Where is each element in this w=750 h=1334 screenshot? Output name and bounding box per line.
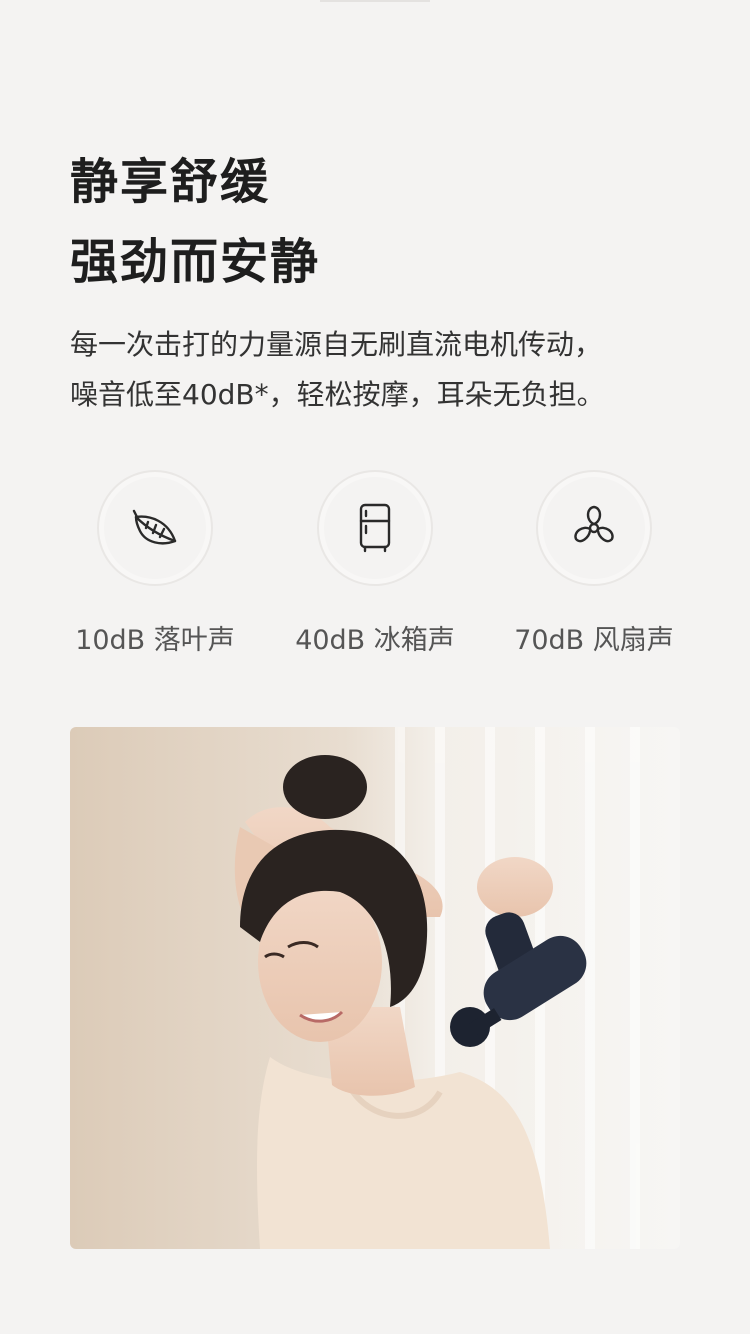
headline-line-1: 静享舒缓 bbox=[70, 154, 271, 210]
lifestyle-photo bbox=[70, 727, 680, 1249]
noise-level-leaf: 10dB 落叶声 bbox=[55, 470, 255, 657]
leaf-icon-circle bbox=[97, 470, 213, 586]
section-description: 每一次击打的力量源自无刷直流电机传动， 噪音低至40dB*，轻松按摩，耳朵无负担… bbox=[70, 320, 605, 420]
noise-level-fan: 70dB 风扇声 bbox=[494, 470, 694, 657]
description-line-1: 每一次击打的力量源自无刷直流电机传动， bbox=[70, 328, 603, 361]
top-divider bbox=[320, 0, 430, 2]
headline-line-2: 强劲而安静 bbox=[70, 234, 321, 290]
noise-label-fridge: 40dB 冰箱声 bbox=[295, 625, 455, 656]
section-headline: 静享舒缓 强劲而安静 bbox=[70, 142, 320, 302]
fridge-icon bbox=[359, 503, 391, 553]
description-line-2: 噪音低至40dB*，轻松按摩，耳朵无负担。 bbox=[70, 378, 605, 411]
fridge-icon-circle bbox=[317, 470, 433, 586]
woman-using-massage-gun-photo bbox=[70, 727, 680, 1249]
noise-label-fan: 70dB 风扇声 bbox=[514, 625, 674, 656]
noise-level-fridge: 40dB 冰箱声 bbox=[275, 470, 475, 657]
fan-icon bbox=[574, 505, 614, 543]
noise-label-leaf: 10dB 落叶声 bbox=[75, 625, 235, 656]
leaf-icon bbox=[132, 509, 177, 545]
fan-icon-circle bbox=[536, 470, 652, 586]
